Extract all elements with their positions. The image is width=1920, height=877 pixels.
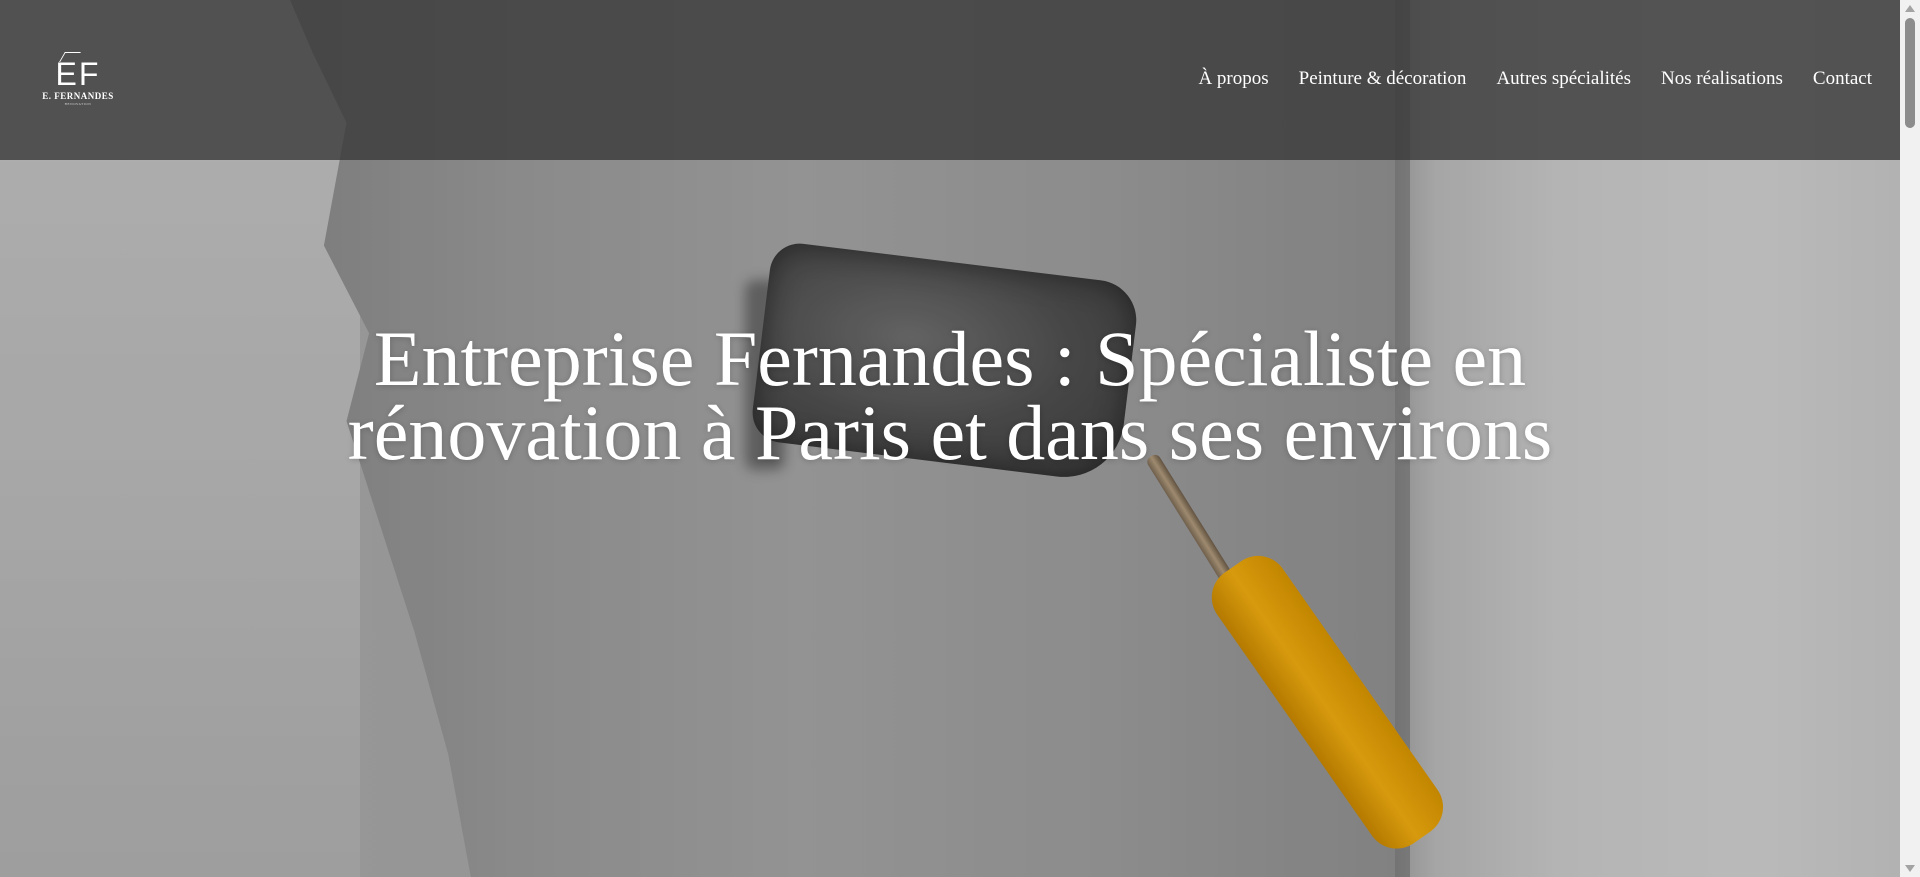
scroll-up-arrow-icon[interactable] [1905,5,1915,12]
nav-item-a-propos[interactable]: À propos [1198,66,1268,92]
logo-mark-icon: EF [56,52,101,90]
logo-tagline: RENOVATION [64,102,92,106]
page-scrollbar[interactable] [1900,0,1920,877]
scroll-thumb[interactable] [1905,18,1915,128]
site-header: EF E. FERNANDES RENOVATION À propos Pein… [0,0,1900,160]
nav-item-contact[interactable]: Contact [1813,66,1872,92]
nav-item-autres-specialites[interactable]: Autres spécialités [1496,66,1631,92]
main-navigation: À propos Peinture & décoration Autres sp… [1198,66,1872,92]
site-logo[interactable]: EF E. FERNANDES RENOVATION [40,52,116,108]
scroll-down-arrow-icon[interactable] [1905,865,1915,872]
nav-item-nos-realisations[interactable]: Nos réalisations [1661,66,1783,92]
nav-item-peinture-decoration[interactable]: Peinture & décoration [1299,66,1467,92]
hero-title: Entreprise Fernandes : Spécialiste en ré… [347,315,1553,476]
